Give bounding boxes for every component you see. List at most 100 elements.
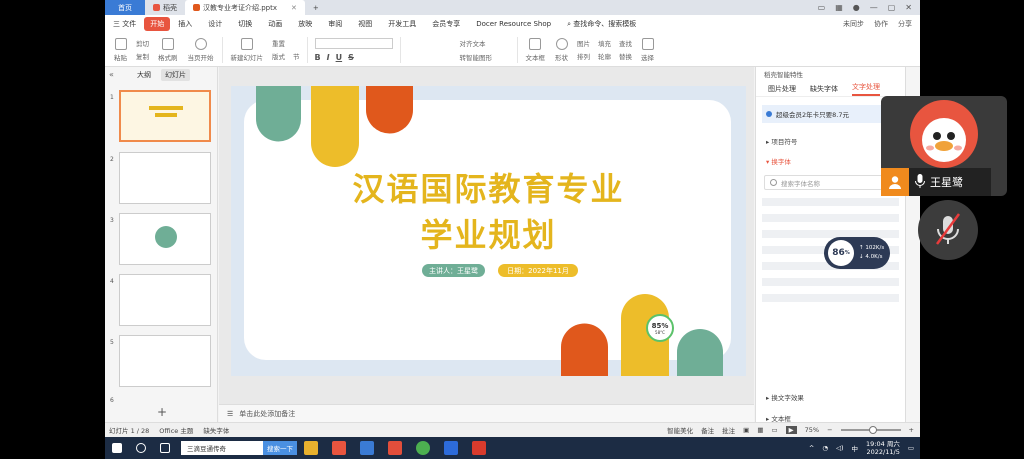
slide-thumbnail-4[interactable] bbox=[119, 274, 211, 326]
tab-docer[interactable]: 稻壳 bbox=[145, 0, 185, 15]
menu-review[interactable]: 审阅 bbox=[320, 19, 350, 29]
paste-button[interactable]: 粘贴 bbox=[109, 37, 132, 62]
arrange-button[interactable]: 排列 bbox=[577, 51, 590, 61]
maximize-icon[interactable]: ▢ bbox=[888, 3, 896, 12]
speaker-label[interactable]: 主讲人：王星鹭 bbox=[422, 264, 485, 277]
font-name-select[interactable] bbox=[314, 37, 393, 49]
comments-toggle[interactable]: 批注 bbox=[722, 425, 735, 435]
tab-home[interactable]: 首页 bbox=[105, 0, 145, 15]
share-button[interactable]: 分享 bbox=[898, 19, 912, 29]
layout-icon[interactable]: ▭ bbox=[818, 3, 826, 12]
from-start-button[interactable]: 当页开始 bbox=[183, 37, 219, 62]
tab-text-processing[interactable]: 文字处理 bbox=[852, 82, 880, 96]
copy-button[interactable]: 复制 bbox=[136, 51, 149, 61]
layout-button[interactable]: 版式 bbox=[272, 51, 285, 61]
volume-icon[interactable]: ◁) bbox=[836, 444, 844, 452]
command-search[interactable]: ⌕ 查找命令、搜索模板 bbox=[559, 19, 644, 29]
meeting-icon[interactable] bbox=[444, 441, 458, 455]
font-search-input[interactable]: 搜索字体名称 bbox=[764, 175, 897, 190]
text-box-button[interactable]: 文本框 bbox=[521, 37, 551, 62]
task-view-icon[interactable] bbox=[160, 443, 170, 453]
underline-button[interactable]: U bbox=[336, 53, 343, 62]
mail-icon[interactable] bbox=[360, 441, 374, 455]
slide-title-line1[interactable]: 汉语国际教育专业 bbox=[231, 164, 746, 210]
collab-button[interactable]: 协作 bbox=[874, 19, 888, 29]
zoom-in-icon[interactable]: + bbox=[909, 426, 914, 434]
menu-devtools[interactable]: 开发工具 bbox=[380, 19, 424, 29]
menu-animation[interactable]: 动画 bbox=[260, 19, 290, 29]
wps-icon[interactable] bbox=[472, 441, 486, 455]
fill-button[interactable]: 填充 bbox=[598, 38, 611, 48]
picture-button[interactable]: 图片 bbox=[577, 38, 590, 48]
strikethrough-button[interactable]: S bbox=[348, 53, 354, 62]
tray-chevron-icon[interactable]: ^ bbox=[809, 444, 814, 452]
cut-button[interactable]: 剪切 bbox=[136, 38, 149, 48]
zoom-slider[interactable] bbox=[840, 426, 901, 434]
italic-button[interactable]: I bbox=[327, 53, 330, 62]
tab-missing-fonts[interactable]: 缺失字体 bbox=[810, 84, 838, 94]
slide-thumbnail-5[interactable] bbox=[119, 335, 211, 387]
close-icon[interactable]: ✕ bbox=[905, 3, 912, 12]
promo-banner[interactable]: 超级会员2年卡只要8.7元 ✕ bbox=[762, 105, 899, 123]
outline-button[interactable]: 轮廓 bbox=[598, 51, 611, 61]
slide-title-line2[interactable]: 学业规划 bbox=[231, 210, 746, 256]
tab-outline[interactable]: 大纲 bbox=[133, 69, 155, 81]
weather-widget[interactable]: 85% 58°C bbox=[646, 314, 674, 342]
browser-search-button[interactable]: 搜索一下 bbox=[263, 441, 297, 455]
system-clock[interactable]: 19:04 周六 2022/11/5 bbox=[866, 440, 900, 456]
network-speed-widget[interactable]: 86% ↑ 102K/s ↓ 4.0K/s bbox=[824, 237, 890, 269]
mute-button[interactable] bbox=[918, 200, 978, 260]
browser-search-input[interactable]: 三滴豆通传奇 bbox=[181, 441, 263, 455]
select-button[interactable]: 选择 bbox=[636, 37, 659, 62]
zoom-out-icon[interactable]: − bbox=[827, 426, 832, 434]
smart-graphic-button[interactable]: 转智能图形 bbox=[410, 52, 508, 62]
menu-design[interactable]: 设计 bbox=[200, 19, 230, 29]
play-slideshow-icon[interactable]: ▶ bbox=[785, 426, 797, 434]
theme-name[interactable]: Office 主题 bbox=[159, 425, 193, 435]
tab-document[interactable]: 汉教专业考证介绍.pptx ✕ bbox=[185, 0, 305, 15]
tab-slides[interactable]: 幻灯片 bbox=[161, 69, 190, 81]
menu-insert[interactable]: 插入 bbox=[170, 19, 200, 29]
format-painter-button[interactable]: 格式刷 bbox=[153, 37, 183, 62]
reading-view-icon[interactable]: ▭ bbox=[771, 426, 777, 434]
network-icon[interactable]: ◔ bbox=[822, 444, 828, 452]
reset-button[interactable]: 重置 bbox=[272, 38, 300, 48]
input-lang[interactable]: 中 bbox=[852, 443, 859, 453]
menu-member[interactable]: 会员专享 bbox=[424, 19, 468, 29]
missing-font-status[interactable]: 缺失字体 bbox=[203, 425, 229, 435]
current-slide[interactable]: 汉语国际教育专业 学业规划 主讲人：王星鹭 日期：2022年11月 85% 58… bbox=[231, 86, 746, 376]
shape-button[interactable]: 形状 bbox=[550, 37, 573, 62]
avatar[interactable] bbox=[910, 100, 978, 168]
sync-status[interactable]: 未同步 bbox=[843, 19, 864, 29]
minimize-icon[interactable]: — bbox=[870, 3, 878, 12]
new-tab-button[interactable]: + bbox=[305, 0, 327, 15]
grid-icon[interactable]: ▦ bbox=[835, 3, 843, 12]
tab-image-processing[interactable]: 图片处理 bbox=[768, 84, 796, 94]
zoom-value[interactable]: 75% bbox=[805, 426, 819, 434]
avatar-small-icon[interactable]: ● bbox=[853, 3, 860, 12]
menu-view[interactable]: 视图 bbox=[350, 19, 380, 29]
normal-view-icon[interactable]: ▣ bbox=[743, 426, 749, 434]
sorter-view-icon[interactable]: ▦ bbox=[757, 426, 763, 434]
menu-docer-shop[interactable]: Docer Resource Shop bbox=[468, 20, 559, 28]
notes-area[interactable]: ☰ 单击此处添加备注 bbox=[219, 404, 754, 422]
app-icon[interactable] bbox=[388, 441, 402, 455]
section-button[interactable]: 节 bbox=[293, 51, 300, 61]
smart-beautify-button[interactable]: 智能美化 bbox=[667, 425, 693, 435]
replace-button[interactable]: 替换 bbox=[619, 51, 632, 61]
align-text-button[interactable]: 对齐文本 bbox=[410, 38, 508, 48]
date-label[interactable]: 日期：2022年11月 bbox=[498, 264, 578, 277]
bold-button[interactable]: B bbox=[315, 53, 321, 62]
close-tab-icon[interactable]: ✕ bbox=[291, 4, 297, 12]
collapse-panel-icon[interactable]: « bbox=[109, 70, 114, 79]
section-text-effect[interactable]: ▸ 换文字效果 bbox=[766, 392, 804, 402]
folder-icon[interactable] bbox=[304, 441, 318, 455]
windows-start-icon[interactable] bbox=[112, 443, 122, 453]
notification-icon[interactable]: ▭ bbox=[908, 444, 914, 452]
mi-icon[interactable] bbox=[332, 441, 346, 455]
new-slide-button[interactable]: 新建幻灯片 bbox=[226, 37, 269, 62]
search-icon[interactable] bbox=[136, 443, 146, 453]
notes-toggle[interactable]: 备注 bbox=[701, 425, 714, 435]
menu-slideshow[interactable]: 放映 bbox=[290, 19, 320, 29]
chat-icon[interactable] bbox=[416, 441, 430, 455]
